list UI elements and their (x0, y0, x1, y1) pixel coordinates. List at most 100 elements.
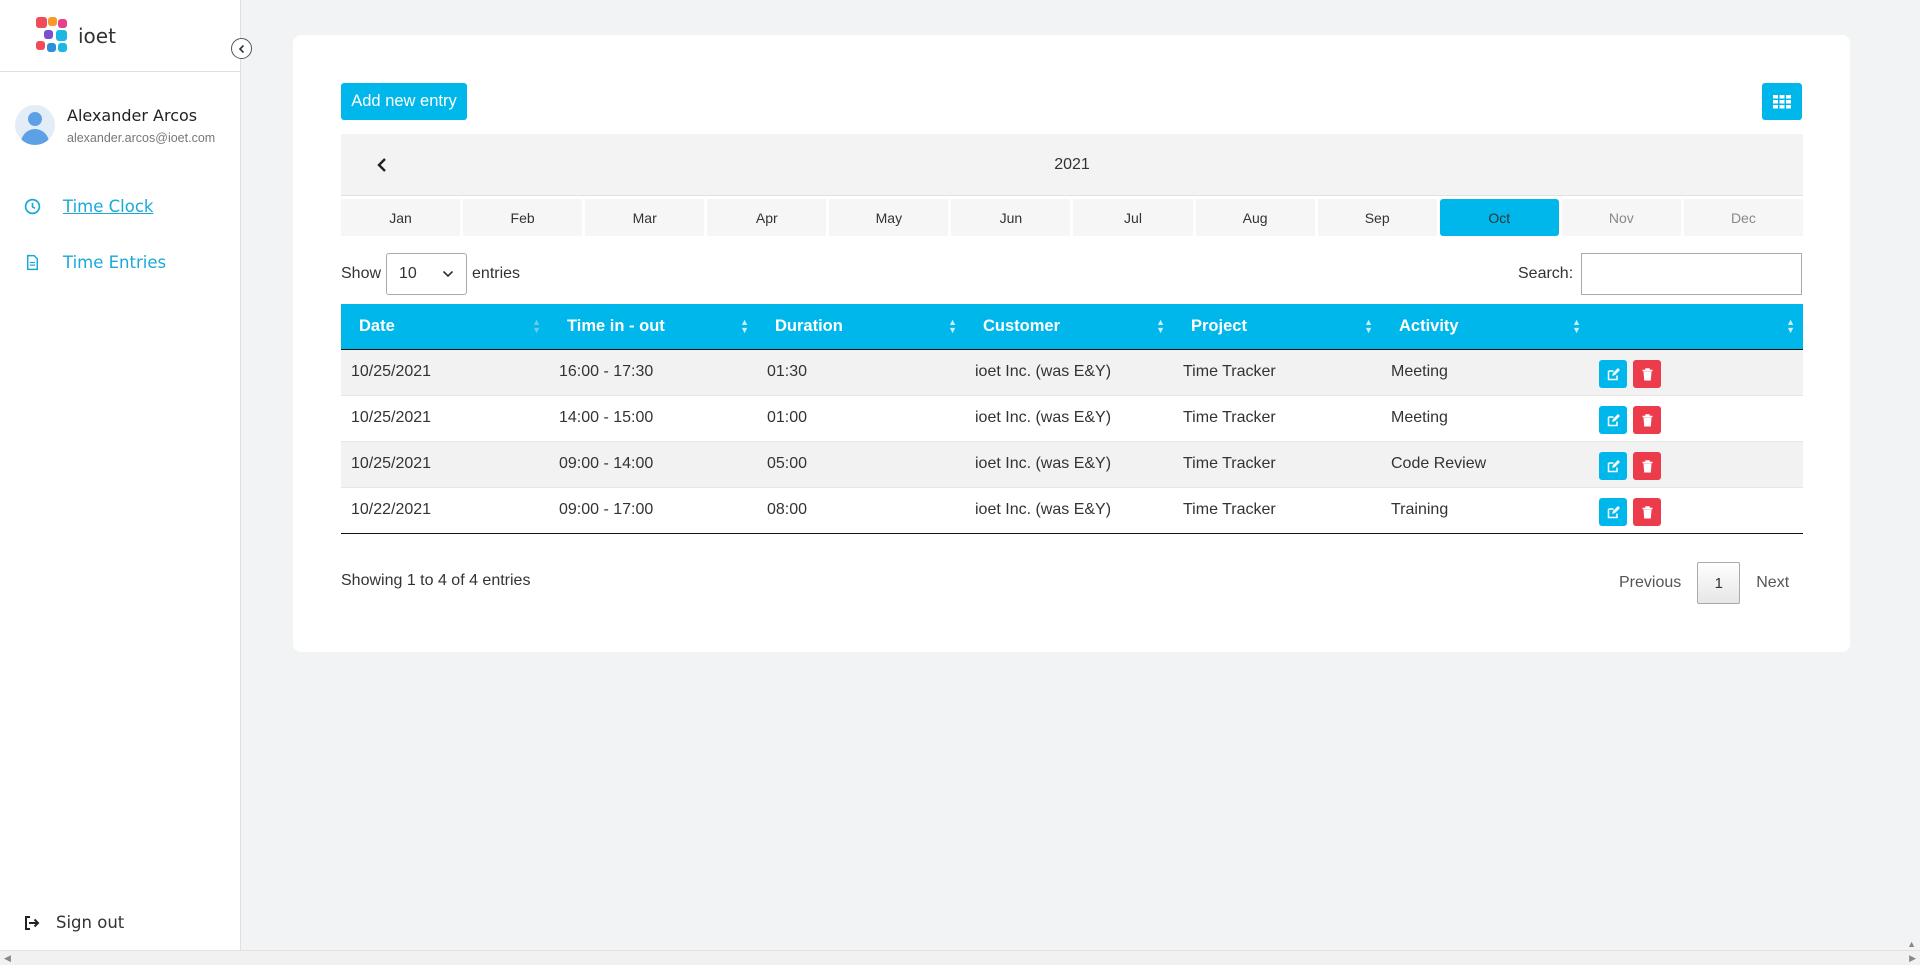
cell-duration: 08:00 (757, 486, 965, 534)
cell-time: 16:00 - 17:30 (549, 348, 757, 395)
entries-label: entries (472, 265, 521, 282)
cell-actions (1589, 394, 1803, 441)
month-sep[interactable]: Sep (1317, 199, 1437, 236)
cell-customer: ioet Inc. (was E&Y) (965, 394, 1173, 441)
cell-time: 09:00 - 17:00 (549, 486, 757, 534)
collapse-sidebar-button[interactable] (231, 38, 252, 59)
trash-icon (1642, 367, 1652, 380)
month-mar[interactable]: Mar (585, 199, 705, 236)
cell-date: 10/25/2021 (341, 348, 549, 395)
show-label: Show (341, 265, 382, 282)
edit-icon (1607, 413, 1620, 426)
scroll-right-arrow[interactable]: ▶ (1909, 953, 1916, 964)
time-entries-card: Add new entry 2021 Jan Feb Mar Apr May J… (293, 35, 1850, 652)
table-row: 10/22/2021 09:00 - 17:00 08:00 ioet Inc.… (341, 486, 1803, 534)
table-grid-icon (1773, 94, 1791, 108)
cell-actions (1589, 486, 1803, 534)
cell-date: 10/25/2021 (341, 394, 549, 441)
sign-out-icon (25, 915, 40, 930)
cell-project: Time Tracker (1173, 394, 1381, 441)
sign-out-label: Sign out (56, 913, 125, 932)
cell-activity: Code Review (1381, 440, 1589, 487)
column-header-time[interactable]: Time in - out ▲ ▼ (549, 304, 757, 350)
delete-entry-button[interactable] (1633, 452, 1661, 480)
entries-length-select[interactable]: 10 (386, 253, 468, 295)
edit-entry-button[interactable] (1599, 360, 1627, 388)
month-dec[interactable]: Dec (1683, 199, 1803, 236)
edit-icon (1607, 367, 1620, 380)
scroll-down-arrow[interactable]: ▲ (1907, 939, 1916, 949)
cell-actions (1589, 440, 1803, 487)
chevron-down-icon (442, 270, 454, 278)
user-profile: Alexander Arcos alexander.arcos@ioet.com (0, 72, 240, 178)
search-input[interactable] (1581, 253, 1803, 295)
time-entries-table: Date ▲ ▼ Time in - out ▲ ▼ Duration ▲ ▼ Custom… (341, 304, 1803, 534)
month-jul[interactable]: Jul (1073, 199, 1193, 236)
delete-entry-button[interactable] (1633, 360, 1661, 388)
column-header-customer[interactable]: Customer ▲ ▼ (965, 304, 1173, 350)
cell-activity: Meeting (1381, 394, 1589, 441)
cell-customer: ioet Inc. (was E&Y) (965, 486, 1173, 534)
trash-icon (1642, 413, 1652, 426)
edit-entry-button[interactable] (1599, 498, 1627, 526)
grid-view-button[interactable] (1762, 83, 1802, 120)
edit-icon (1607, 459, 1620, 472)
cell-customer: ioet Inc. (was E&Y) (965, 440, 1173, 487)
delete-entry-button[interactable] (1633, 498, 1661, 526)
sidebar-item-label[interactable]: Time Entries (63, 253, 166, 272)
search-label: Search: (1518, 265, 1574, 282)
column-header-project[interactable]: Project ▲ ▼ (1173, 304, 1381, 350)
sidebar-item-time-entries[interactable]: Time Entries (0, 234, 240, 290)
column-header-duration[interactable]: Duration ▲ ▼ (757, 304, 965, 350)
month-oct[interactable]: Oct (1439, 199, 1559, 236)
cell-date: 10/25/2021 (341, 440, 549, 487)
month-apr[interactable]: Apr (707, 199, 827, 236)
table-search: Search: (1518, 253, 1803, 295)
cell-customer: ioet Inc. (was E&Y) (965, 348, 1173, 395)
add-new-entry-button[interactable]: Add new entry (341, 83, 467, 120)
sidebar-item-label[interactable]: Time Clock (63, 197, 153, 216)
scroll-left-arrow[interactable]: ◀ (4, 953, 11, 964)
brand[interactable]: ioet (0, 0, 240, 72)
entries-length-value: 10 (399, 265, 417, 282)
cell-duration: 01:00 (757, 394, 965, 441)
brand-name: ioet (78, 23, 116, 48)
ioet-logo-icon (36, 16, 70, 55)
previous-page-button[interactable]: Previous (1603, 574, 1697, 592)
trash-icon (1642, 459, 1652, 472)
page-1-button[interactable]: 1 (1697, 562, 1741, 604)
column-header-date[interactable]: Date ▲ ▼ (341, 304, 549, 350)
file-icon (26, 254, 39, 270)
pagination: Previous 1 Next (1603, 562, 1805, 604)
cell-activity: Training (1381, 486, 1589, 534)
horizontal-scrollbar[interactable]: ◀ ▶ (0, 950, 1920, 965)
entries-length-control: Show 10 entries (341, 253, 520, 295)
month-jan[interactable]: Jan (341, 199, 461, 236)
calendar-year: 2021 (1054, 156, 1090, 173)
month-aug[interactable]: Aug (1195, 199, 1315, 236)
sign-out-button[interactable]: Sign out (24, 913, 124, 932)
edit-entry-button[interactable] (1599, 406, 1627, 434)
cell-project: Time Tracker (1173, 440, 1381, 487)
sidebar: ioet Alexander Arcos alexander.arcos@ioe… (0, 0, 241, 950)
cell-project: Time Tracker (1173, 348, 1381, 395)
cell-duration: 01:30 (757, 348, 965, 395)
trash-icon (1642, 505, 1652, 518)
cell-actions (1589, 348, 1803, 395)
cell-time: 09:00 - 14:00 (549, 440, 757, 487)
edit-entry-button[interactable] (1599, 452, 1627, 480)
month-jun[interactable]: Jun (951, 199, 1071, 236)
user-email: alexander.arcos@ioet.com (67, 130, 216, 145)
column-header-activity[interactable]: Activity ▲ ▼ (1381, 304, 1589, 350)
cell-activity: Meeting (1381, 348, 1589, 395)
column-header-actions[interactable]: ▲ ▼ (1589, 304, 1803, 350)
table-row: 10/25/2021 09:00 - 14:00 05:00 ioet Inc.… (341, 440, 1803, 487)
sidebar-item-time-clock[interactable]: Time Clock (0, 178, 240, 234)
next-page-button[interactable]: Next (1740, 574, 1805, 592)
cell-time: 14:00 - 15:00 (549, 394, 757, 441)
cell-project: Time Tracker (1173, 486, 1381, 534)
month-nov[interactable]: Nov (1561, 199, 1681, 236)
month-feb[interactable]: Feb (463, 199, 583, 236)
delete-entry-button[interactable] (1633, 406, 1661, 434)
month-may[interactable]: May (829, 199, 949, 236)
